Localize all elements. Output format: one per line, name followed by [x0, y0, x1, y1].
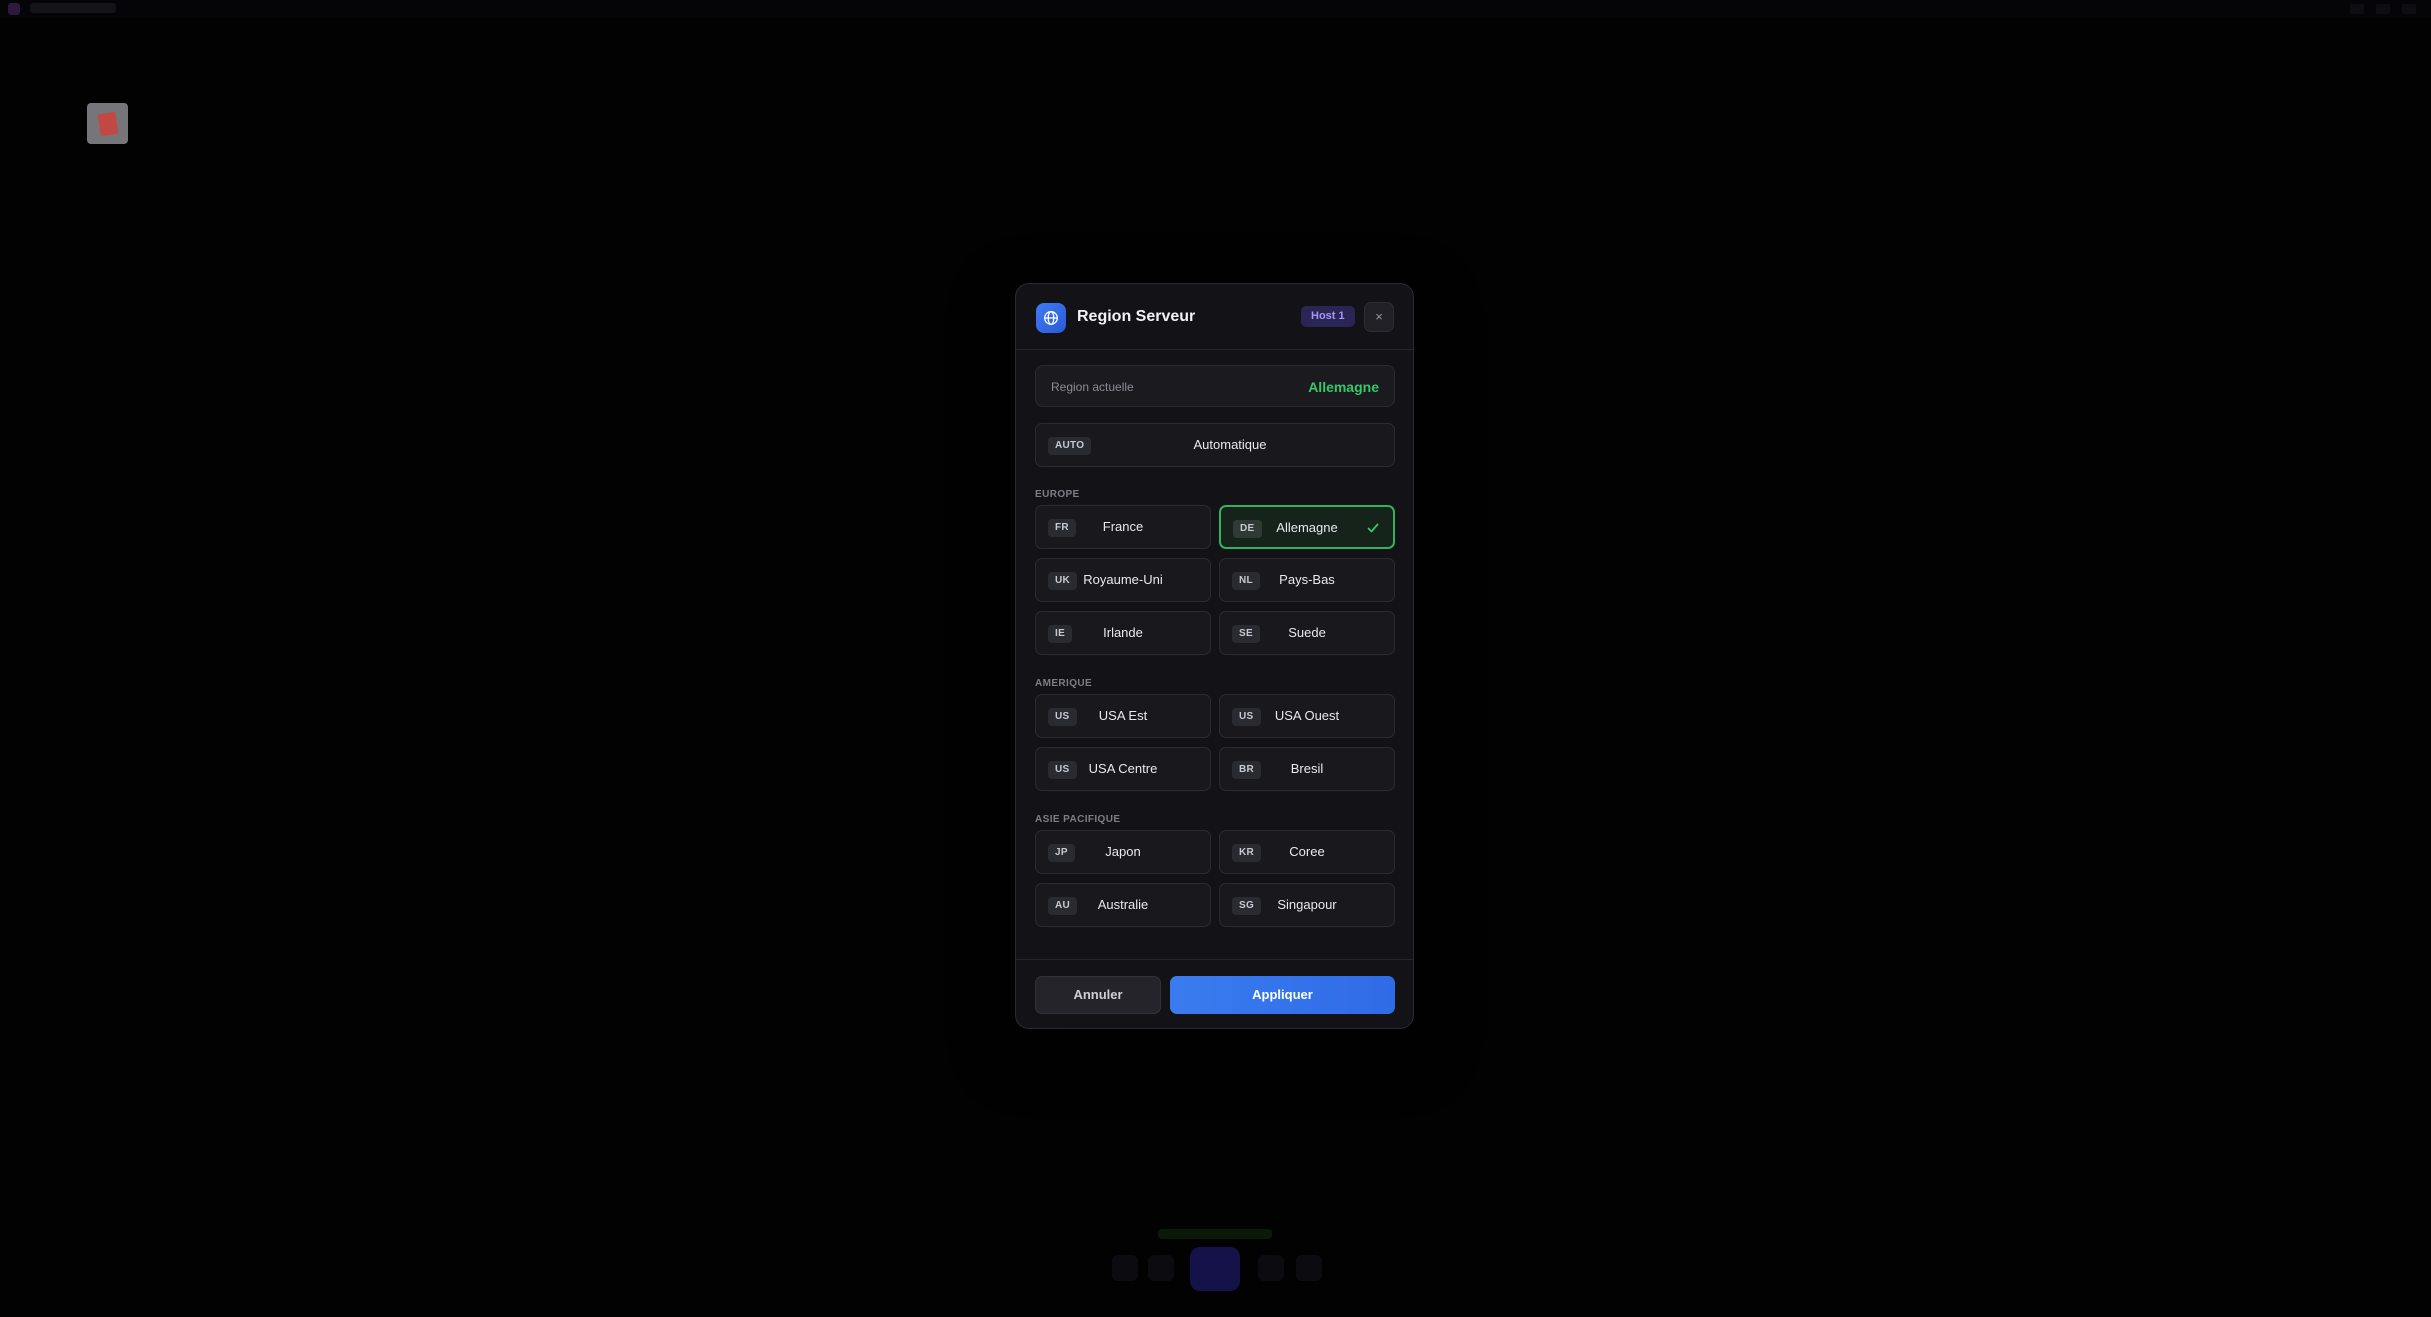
- dock-status-bar: [1158, 1229, 1272, 1239]
- minimize-icon[interactable]: [2350, 4, 2364, 14]
- region-option-br[interactable]: BR Bresil: [1219, 747, 1395, 791]
- dock: [1090, 1225, 1350, 1295]
- region-option-label: Coree: [1289, 844, 1325, 859]
- dock-item[interactable]: [1148, 1255, 1174, 1281]
- current-region-value: Allemagne: [1308, 379, 1379, 395]
- region-option-de[interactable]: DE Allemagne: [1219, 505, 1395, 549]
- globe-icon: [1036, 303, 1066, 333]
- close-window-icon[interactable]: [2402, 4, 2416, 14]
- region-option-label: Irlande: [1103, 625, 1143, 640]
- region-option-label: Suede: [1288, 625, 1326, 640]
- region-option-us-ouest[interactable]: US USA Ouest: [1219, 694, 1395, 738]
- host-badge: Host 1: [1301, 306, 1355, 327]
- modal-header: Region Serveur Host 1 ×: [1016, 284, 1413, 350]
- close-button[interactable]: ×: [1364, 302, 1394, 332]
- region-option-label: Bresil: [1290, 761, 1324, 776]
- check-icon: [1367, 523, 1379, 533]
- region-option-auto[interactable]: AUTO Automatique: [1035, 423, 1395, 467]
- current-region-label: Region actuelle: [1051, 380, 1134, 394]
- region-option-label: Pays-Bas: [1279, 572, 1335, 587]
- region-option-fr[interactable]: FR France: [1035, 505, 1211, 549]
- apply-button[interactable]: Appliquer: [1170, 976, 1395, 1014]
- modal-footer: Annuler Appliquer: [1016, 959, 1413, 1028]
- dock-item[interactable]: [1258, 1255, 1284, 1281]
- region-option-jp[interactable]: JP Japon: [1035, 830, 1211, 874]
- region-option-label: USA Centre: [1088, 761, 1158, 776]
- desktop-app-icon[interactable]: [87, 103, 128, 144]
- region-option-label: USA Est: [1098, 708, 1148, 723]
- section-title-europe: EUROPE: [1035, 489, 1080, 500]
- modal-title: Region Serveur: [1077, 308, 1196, 325]
- cancel-button[interactable]: Annuler: [1035, 976, 1161, 1014]
- region-option-au[interactable]: AU Australie: [1035, 883, 1211, 927]
- region-option-label: Japon: [1105, 844, 1141, 859]
- app-logo-icon: [8, 3, 20, 15]
- region-option-label: France: [1102, 519, 1144, 534]
- region-option-uk[interactable]: UK Royaume-Uni: [1035, 558, 1211, 602]
- app-icon: [97, 111, 118, 136]
- region-option-label: Automatique: [1193, 437, 1267, 452]
- top-bar: [0, 0, 2431, 18]
- region-option-label: USA Ouest: [1274, 708, 1340, 723]
- region-server-modal: Region Serveur Host 1 × Region actuelle …: [1015, 283, 1414, 1029]
- region-option-label: Singapour: [1277, 897, 1337, 912]
- region-option-label: Royaume-Uni: [1083, 572, 1163, 587]
- dock-item-active[interactable]: [1190, 1247, 1240, 1291]
- region-option-us-est[interactable]: US USA Est: [1035, 694, 1211, 738]
- dock-item[interactable]: [1296, 1255, 1322, 1281]
- section-title-amerique: AMERIQUE: [1035, 678, 1093, 689]
- region-option-us-centre[interactable]: US USA Centre: [1035, 747, 1211, 791]
- region-option-sg[interactable]: SG Singapour: [1219, 883, 1395, 927]
- region-option-nl[interactable]: NL Pays-Bas: [1219, 558, 1395, 602]
- section-title-asie-pacifique: ASIE PACIFIQUE: [1035, 814, 1121, 825]
- region-option-label: Australie: [1097, 897, 1149, 912]
- region-option-se[interactable]: SE Suede: [1219, 611, 1395, 655]
- region-option-ie[interactable]: IE Irlande: [1035, 611, 1211, 655]
- current-region-panel: Region actuelle Allemagne: [1035, 365, 1395, 407]
- app-title-placeholder: [30, 3, 116, 13]
- region-option-kr[interactable]: KR Coree: [1219, 830, 1395, 874]
- maximize-icon[interactable]: [2376, 4, 2390, 14]
- dock-item[interactable]: [1112, 1255, 1138, 1281]
